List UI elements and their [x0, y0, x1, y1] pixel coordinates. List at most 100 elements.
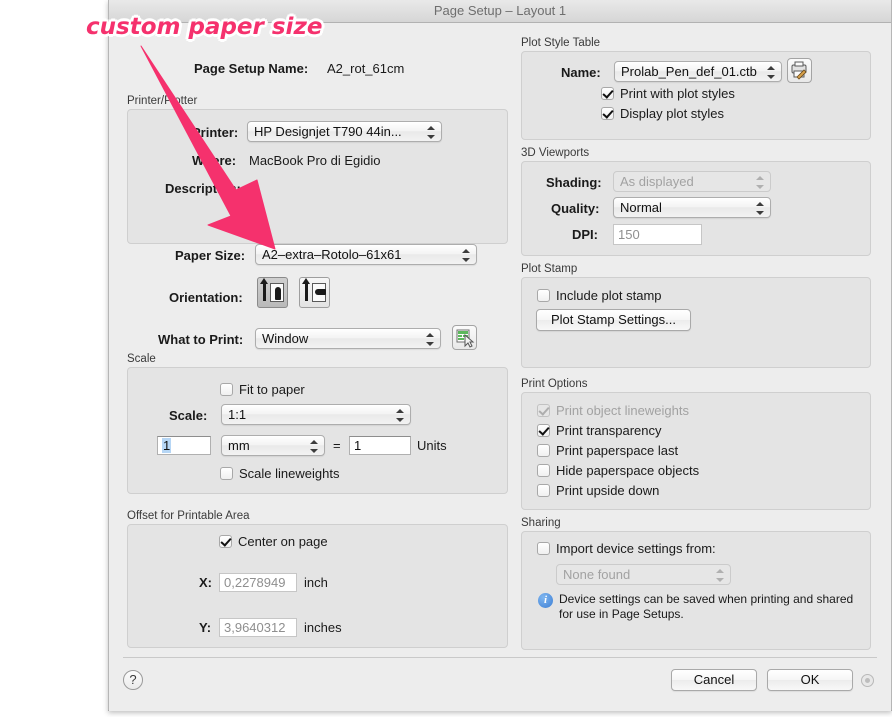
offset-x-value: 0,2278949: [224, 575, 286, 590]
scale-numerator-value: 1: [162, 438, 172, 453]
what-to-print-value: Window: [262, 331, 309, 346]
hide-paperspace-objects-label: Hide paperspace objects: [556, 463, 700, 478]
page-icon: [312, 283, 326, 302]
shading-label: Shading:: [546, 175, 602, 190]
up-arrow-icon: [302, 278, 310, 301]
dialog-body: Page Setup Name: A2_rot_61cm Printer/Plo…: [109, 23, 891, 711]
checkbox-box: [537, 542, 550, 555]
scale-label: Scale:: [169, 408, 208, 423]
checkbox-box: [601, 87, 614, 100]
scale-unit-select[interactable]: mm: [221, 435, 325, 456]
viewports-3d-group-title: 3D Viewports: [521, 147, 590, 159]
what-to-print-select[interactable]: Window: [255, 328, 441, 349]
scale-numerator-input[interactable]: 1: [157, 436, 211, 455]
dpi-value: 150: [618, 227, 640, 242]
shading-select[interactable]: As displayed: [613, 171, 771, 192]
orientation-landscape-button[interactable]: [299, 277, 330, 308]
scale-select[interactable]: 1:1: [221, 404, 411, 425]
scale-group-title: Scale: [127, 353, 156, 365]
plot-style-table-group-title: Plot Style Table: [521, 37, 601, 49]
import-device-settings-label: Import device settings from:: [556, 541, 716, 556]
import-source-value: None found: [563, 567, 631, 582]
include-plot-stamp-label: Include plot stamp: [556, 288, 662, 303]
ok-button[interactable]: OK: [767, 669, 853, 691]
quality-select[interactable]: Normal: [613, 197, 771, 218]
sharing-info-line2: for use in Page Setups.: [559, 607, 684, 621]
resize-grip-icon[interactable]: [861, 674, 874, 687]
display-plot-styles-label: Display plot styles: [620, 106, 725, 121]
where-value: MacBook Pro di Egidio: [249, 153, 381, 168]
offset-x-unit: inch: [304, 575, 328, 590]
chevron-updown-icon: [756, 175, 765, 190]
what-to-print-label: What to Print:: [158, 332, 244, 347]
chevron-updown-icon: [462, 248, 471, 263]
offset-x-input[interactable]: 0,2278949: [219, 573, 297, 592]
dpi-label: DPI:: [572, 227, 598, 242]
plot-style-name-select[interactable]: Prolab_Pen_def_01.ctb: [614, 61, 782, 82]
printer-select-value: HP Designjet T790 44in...: [254, 124, 402, 139]
import-source-select[interactable]: None found: [556, 564, 731, 585]
print-transparency-label: Print transparency: [556, 423, 662, 438]
info-icon: i: [538, 593, 553, 608]
plot-stamp-group-title: Plot Stamp: [521, 263, 578, 275]
where-label: Where:: [192, 153, 237, 168]
offset-y-value: 3,9640312: [224, 620, 286, 635]
sharing-info-line1: Device settings can be saved when printi…: [559, 592, 854, 606]
print-options-group-title: Print Options: [521, 378, 588, 390]
print-paperspace-last-label: Print paperspace last: [556, 443, 679, 458]
scale-denominator-input[interactable]: 1: [349, 436, 411, 455]
center-on-page-label: Center on page: [238, 534, 328, 549]
plot-stamp-settings-button[interactable]: Plot Stamp Settings...: [536, 309, 691, 331]
paper-size-select[interactable]: A2–extra–Rotolo–61x61: [255, 244, 477, 265]
page-setup-dialog: Page Setup – Layout 1 Page Setup Name: A…: [108, 0, 892, 711]
print-upside-down-label: Print upside down: [556, 483, 660, 498]
plot-style-name-value: Prolab_Pen_def_01.ctb: [621, 64, 757, 79]
printer-plotter-group-title: Printer/Plotter: [127, 95, 198, 107]
paper-size-value: A2–extra–Rotolo–61x61: [262, 247, 402, 262]
sharing-group-title: Sharing: [521, 517, 561, 529]
chevron-updown-icon: [716, 568, 725, 583]
offset-y-input[interactable]: 3,9640312: [219, 618, 297, 637]
footer-divider: [123, 657, 877, 658]
checkbox-box: [537, 404, 550, 417]
description-label: Description:: [165, 181, 241, 196]
plot-style-edit-button[interactable]: [787, 58, 812, 83]
page-setup-name-label: Page Setup Name:: [194, 61, 309, 76]
chevron-updown-icon: [396, 408, 405, 423]
scale-denominator-value: 1: [354, 438, 362, 453]
help-button[interactable]: ?: [123, 670, 143, 690]
offset-group-title: Offset for Printable Area: [127, 510, 250, 522]
dpi-input[interactable]: 150: [613, 224, 702, 245]
offset-y-label: Y:: [199, 620, 212, 635]
checkbox-box: [537, 289, 550, 302]
printer-select[interactable]: HP Designjet T790 44in...: [247, 121, 442, 142]
checkbox-box: [537, 484, 550, 497]
offset-x-label: X:: [199, 575, 212, 590]
checkbox-box: [219, 535, 232, 548]
orientation-label: Orientation:: [169, 290, 243, 305]
annotation-label: custom paper size: [84, 13, 323, 42]
fit-to-paper-label: Fit to paper: [239, 382, 305, 397]
portrait-figure-icon: [275, 287, 281, 300]
plot-style-edit-icon: [791, 61, 807, 80]
cancel-button[interactable]: Cancel: [671, 669, 757, 691]
shading-value: As displayed: [620, 174, 694, 189]
plot-style-name-label: Name:: [561, 65, 601, 80]
print-object-lineweights-label: Print object lineweights: [556, 403, 689, 418]
paper-size-label: Paper Size:: [175, 248, 246, 263]
chevron-updown-icon: [427, 125, 436, 140]
page-icon: [270, 283, 284, 302]
scale-units-label: Units: [417, 438, 447, 453]
page-setup-name-value: A2_rot_61cm: [327, 61, 405, 76]
checkbox-box: [601, 107, 614, 120]
orientation-portrait-button[interactable]: [257, 277, 288, 308]
checkbox-box: [537, 424, 550, 437]
offset-y-unit: inches: [304, 620, 342, 635]
checkbox-box: [220, 383, 233, 396]
chevron-updown-icon: [767, 65, 776, 80]
checkbox-box: [537, 464, 550, 477]
quality-label: Quality:: [551, 201, 600, 216]
print-with-plot-styles-label: Print with plot styles: [620, 86, 735, 101]
scale-value: 1:1: [228, 407, 247, 422]
window-pick-button[interactable]: [452, 325, 477, 350]
